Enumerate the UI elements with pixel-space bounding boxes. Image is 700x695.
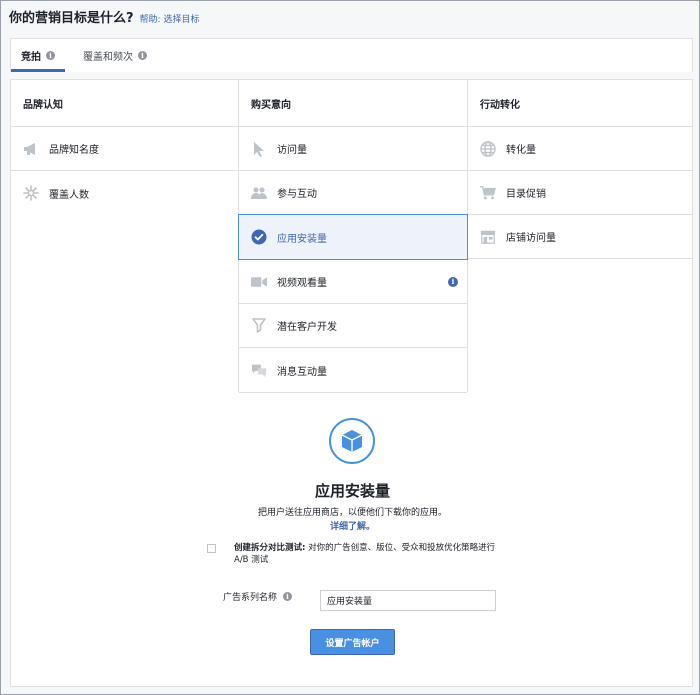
tab-auction-label: 竞拍: [21, 52, 41, 63]
globe-icon: [480, 140, 496, 157]
objective-label: 转化量: [506, 145, 536, 156]
objective-label: 店铺访问量: [506, 233, 556, 244]
tab-reach-frequency[interactable]: 覆盖和频次 i: [73, 39, 157, 72]
campaign-name-input[interactable]: [320, 590, 496, 611]
header: 你的营销目标是什么? 帮助: 选择目标: [9, 7, 199, 27]
objective-messages[interactable]: 消息互动量: [239, 348, 467, 392]
column-heading-awareness: 品牌认知: [11, 80, 239, 127]
shopping-cart-icon: [480, 185, 496, 201]
objective-picker-window: 你的营销目标是什么? 帮助: 选择目标 竞拍 i 覆盖和频次 i 品牌认知 购买…: [0, 0, 700, 695]
store-icon: [480, 229, 496, 245]
objective-label: 应用安装量: [277, 233, 327, 245]
cube-box-icon: [329, 418, 375, 464]
objective-catalog-sales[interactable]: 目录促销: [468, 171, 692, 215]
objective-label: 消息互动量: [277, 366, 327, 378]
tab-reach-frequency-label: 覆盖和频次: [83, 52, 133, 63]
info-icon[interactable]: i: [46, 51, 55, 60]
chat-bubbles-icon: [251, 362, 267, 378]
video-camera-icon: [251, 274, 267, 290]
split-test-option: 创建拆分对比测试: 对你的广告创意、版位、受众和投放优化策略进行 A/B 测试: [207, 542, 507, 566]
info-icon[interactable]: i: [283, 592, 293, 601]
objective-label: 访问量: [277, 145, 307, 156]
column-heading-conversion: 行动转化: [468, 80, 692, 127]
objective-lead-generation[interactable]: 潜在客户开发: [239, 304, 467, 348]
objective-label: 视频观看量: [277, 278, 327, 289]
objective-brand-awareness[interactable]: 品牌知名度: [11, 127, 238, 171]
people-icon: [251, 185, 267, 201]
cursor-icon: [251, 141, 267, 157]
objective-label: 潜在客户开发: [277, 322, 337, 333]
column-heading-consideration: 购买意向: [239, 80, 468, 127]
column-divider: [238, 80, 239, 127]
split-test-text: 创建拆分对比测试: 对你的广告创意、版位、受众和投放优化策略进行 A/B 测试: [234, 542, 507, 566]
info-icon[interactable]: i: [448, 276, 458, 287]
page-title: 你的营销目标是什么?: [9, 11, 134, 26]
objective-conversions[interactable]: 转化量: [468, 127, 692, 171]
objective-label: 覆盖人数: [49, 189, 89, 201]
objective-label: 目录促销: [506, 189, 546, 200]
objective-panel: 品牌认知 购买意向 行动转化 品牌知名度 覆盖人数 访问量 参与互动 应用安装量…: [10, 79, 693, 687]
learn-more-link-text[interactable]: 详细了解。: [330, 522, 375, 532]
split-test-checkbox[interactable]: [207, 544, 216, 553]
objective-store-visits[interactable]: 店铺访问量: [468, 215, 692, 259]
learn-more-link: 详细了解。: [11, 519, 694, 532]
objective-label: 参与互动: [277, 189, 317, 200]
objective-traffic[interactable]: 访问量: [239, 127, 467, 171]
objective-video-views[interactable]: 视频观看量 i: [239, 260, 467, 304]
column-bottom-border: [239, 392, 467, 393]
objective-app-installs[interactable]: 应用安装量: [238, 214, 468, 260]
campaign-name-label-row: 广告系列名称 i: [223, 590, 293, 603]
detail-description: 把用户送往应用商店，以便他们下载你的应用。: [257, 508, 447, 518]
megaphone-icon: [23, 141, 39, 157]
campaign-name-label: 广告系列名称: [223, 593, 278, 603]
split-test-label: 创建拆分对比测试:: [234, 543, 306, 553]
funnel-icon: [251, 317, 267, 334]
help-link[interactable]: 帮助: 选择目标: [140, 12, 200, 25]
check-circle-icon: [251, 229, 267, 245]
tab-auction[interactable]: 竞拍 i: [11, 39, 65, 72]
detail-title: 应用安装量: [314, 482, 390, 500]
info-icon[interactable]: i: [138, 51, 147, 60]
tab-bar: 竞拍 i 覆盖和频次 i: [10, 38, 693, 72]
objective-label: 品牌知名度: [49, 145, 99, 156]
objective-reach[interactable]: 覆盖人数: [11, 171, 238, 215]
reach-burst-icon: [23, 185, 39, 201]
objective-engagement[interactable]: 参与互动: [239, 171, 467, 215]
setup-ad-account-button[interactable]: 设置广告帐户: [310, 629, 395, 655]
